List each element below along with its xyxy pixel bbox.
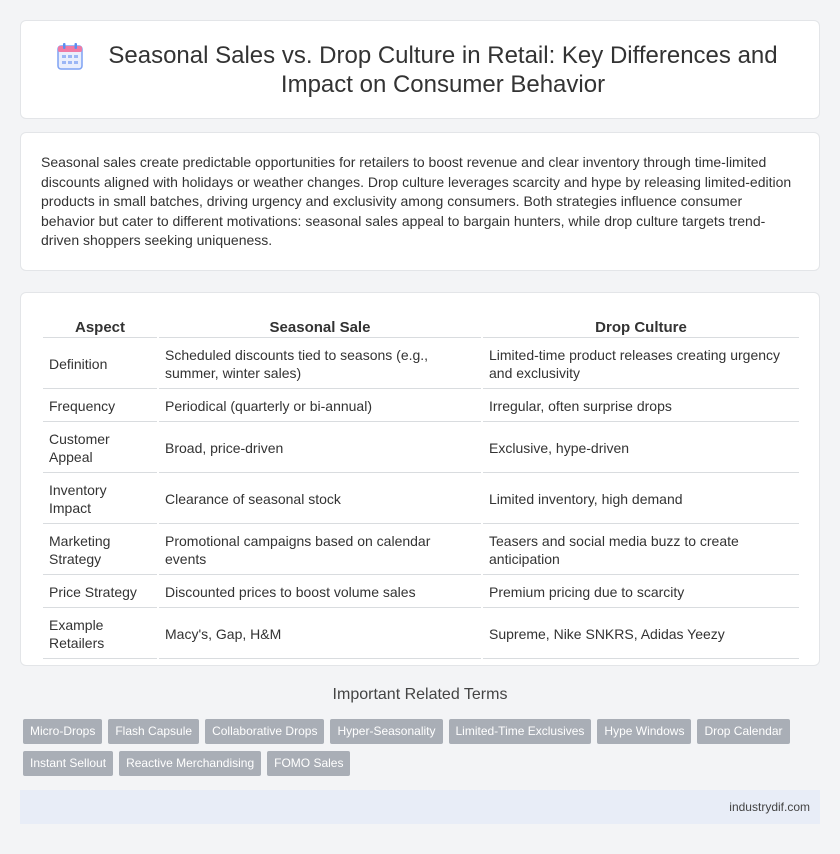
title-wrap: Seasonal Sales vs. Drop Culture in Retai… xyxy=(57,41,783,99)
cell-seasonal: Periodical (quarterly or bi-annual) xyxy=(159,391,481,422)
title-card: Seasonal Sales vs. Drop Culture in Retai… xyxy=(20,20,820,119)
header-seasonal-sale: Seasonal Sale xyxy=(159,316,481,338)
table-row: Marketing Strategy Promotional campaigns… xyxy=(43,526,799,575)
cell-seasonal: Macy's, Gap, H&M xyxy=(159,610,481,659)
tag-reactive-merchandising[interactable]: Reactive Merchandising xyxy=(119,751,262,776)
tag-drop-calendar[interactable]: Drop Calendar xyxy=(697,719,790,744)
table-row: Customer Appeal Broad, price-driven Excl… xyxy=(43,424,799,473)
tag-micro-drops[interactable]: Micro-Drops xyxy=(23,719,103,744)
cell-aspect: Marketing Strategy xyxy=(43,526,157,575)
intro-card: Seasonal sales create predictable opport… xyxy=(20,132,820,271)
cell-aspect: Inventory Impact xyxy=(43,475,157,524)
related-terms-title: Important Related Terms xyxy=(332,686,508,703)
cell-drop: Irregular, often surprise drops xyxy=(483,391,799,422)
table-row: Price Strategy Discounted prices to boos… xyxy=(43,577,799,608)
cell-aspect: Customer Appeal xyxy=(43,424,157,473)
related-terms-tags: Micro-Drops Flash Capsule Collaborative … xyxy=(23,719,823,783)
header-drop-culture: Drop Culture xyxy=(483,316,799,338)
tag-instant-sellout[interactable]: Instant Sellout xyxy=(23,751,114,776)
page-title: Seasonal Sales vs. Drop Culture in Retai… xyxy=(108,41,778,98)
tag-hyper-seasonality[interactable]: Hyper-Seasonality xyxy=(330,719,443,744)
footer-site-link[interactable]: industrydif.com xyxy=(729,800,810,814)
tag-fomo-sales[interactable]: FOMO Sales xyxy=(267,751,351,776)
cell-seasonal: Clearance of seasonal stock xyxy=(159,475,481,524)
cell-seasonal: Scheduled discounts tied to seasons (e.g… xyxy=(159,340,481,389)
cell-drop: Limited inventory, high demand xyxy=(483,475,799,524)
table-row: Example Retailers Macy's, Gap, H&M Supre… xyxy=(43,610,799,659)
table-row: Definition Scheduled discounts tied to s… xyxy=(43,340,799,389)
tag-hype-windows[interactable]: Hype Windows xyxy=(597,719,692,744)
comparison-card: Aspect Seasonal Sale Drop Culture Defini… xyxy=(20,292,820,666)
cell-aspect: Definition xyxy=(43,340,157,389)
intro-text: Seasonal sales create predictable opport… xyxy=(41,154,792,249)
cell-drop: Exclusive, hype-driven xyxy=(483,424,799,473)
header-aspect: Aspect xyxy=(43,316,157,338)
cell-aspect: Price Strategy xyxy=(43,577,157,608)
cell-seasonal: Promotional campaigns based on calendar … xyxy=(159,526,481,575)
cell-drop: Limited-time product releases creating u… xyxy=(483,340,799,389)
cell-drop: Teasers and social media buzz to create … xyxy=(483,526,799,575)
cell-aspect: Frequency xyxy=(43,391,157,422)
tag-flash-capsule[interactable]: Flash Capsule xyxy=(108,719,200,744)
footer: industrydif.com xyxy=(20,790,820,824)
cell-seasonal: Broad, price-driven xyxy=(159,424,481,473)
table-row: Frequency Periodical (quarterly or bi-an… xyxy=(43,391,799,422)
cell-drop: Premium pricing due to scarcity xyxy=(483,577,799,608)
cell-seasonal: Discounted prices to boost volume sales xyxy=(159,577,481,608)
table-header-row: Aspect Seasonal Sale Drop Culture xyxy=(43,316,799,338)
cell-aspect: Example Retailers xyxy=(43,610,157,659)
calendar-icon xyxy=(57,42,83,70)
cell-drop: Supreme, Nike SNKRS, Adidas Yeezy xyxy=(483,610,799,659)
tag-limited-time-exclusives[interactable]: Limited-Time Exclusives xyxy=(448,719,592,744)
table-row: Inventory Impact Clearance of seasonal s… xyxy=(43,475,799,524)
comparison-table: Aspect Seasonal Sale Drop Culture Defini… xyxy=(41,314,801,661)
tag-collaborative-drops[interactable]: Collaborative Drops xyxy=(205,719,325,744)
